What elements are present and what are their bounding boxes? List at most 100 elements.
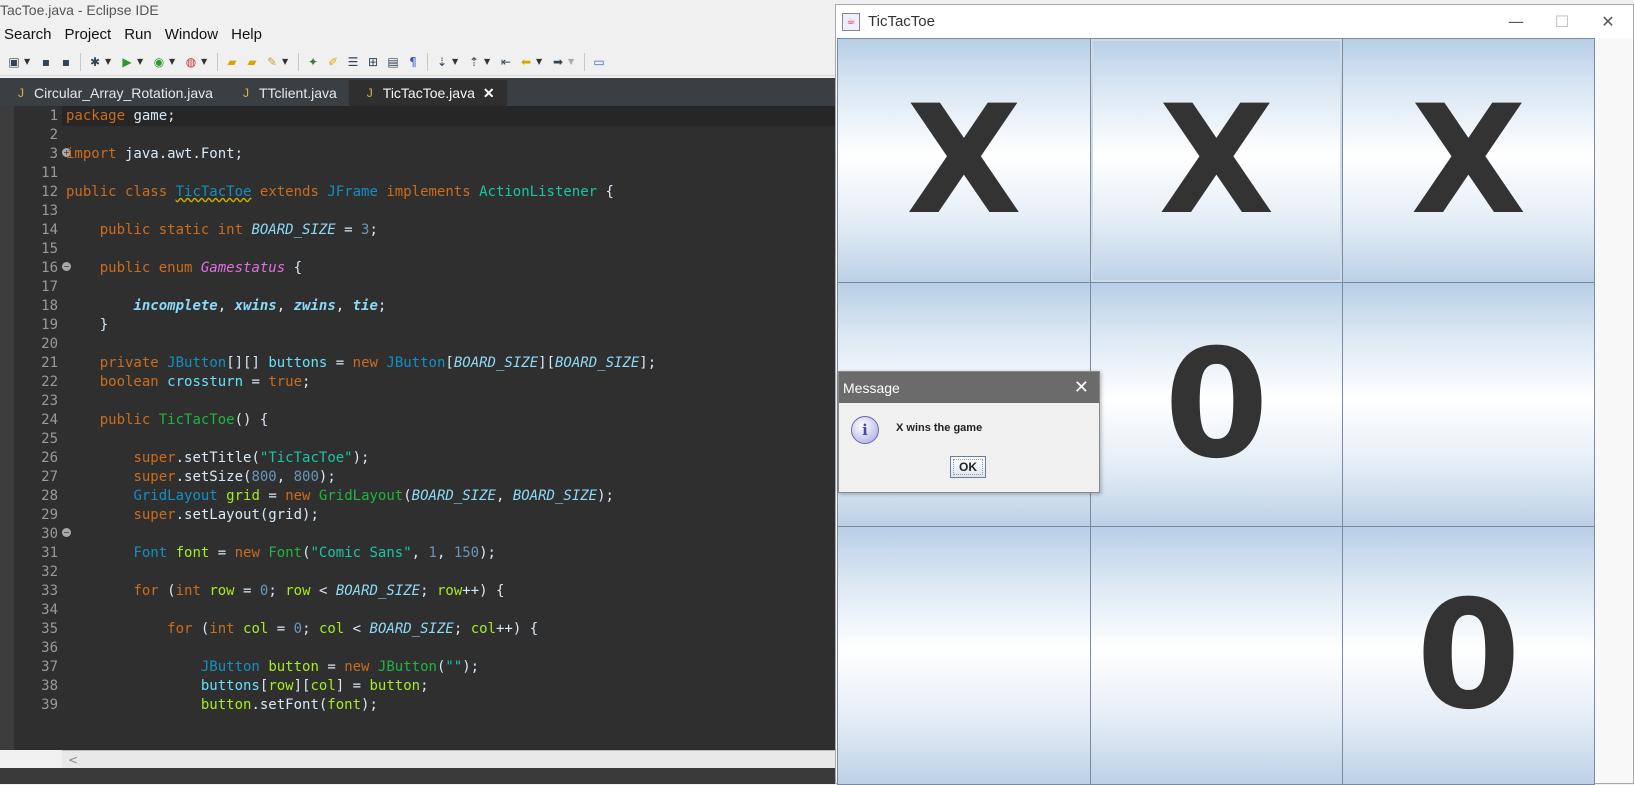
cell-1-1[interactable]: 0 — [1090, 282, 1343, 527]
chevron-down-icon[interactable]: ▼ — [201, 57, 209, 66]
cell-0-0[interactable]: X — [837, 38, 1091, 283]
menu-window[interactable]: Window — [161, 24, 222, 46]
code-line: for (int row = 0; row < BOARD_SIZE; row+… — [133, 583, 505, 599]
line-number: 1 — [49, 108, 58, 124]
occurrences-icon[interactable]: ☰ — [345, 54, 361, 70]
menu-run[interactable]: Run — [120, 24, 156, 46]
chevron-down-icon[interactable]: ▼ — [137, 57, 145, 66]
dialog-titlebar[interactable]: Message ✕ — [839, 372, 1099, 403]
dialog-message: X wins the game — [896, 422, 983, 434]
line-number: 23 — [41, 393, 58, 409]
chevron-down-icon[interactable]: ▼ — [282, 57, 290, 66]
line-number: 15 — [41, 241, 58, 257]
chevron-down-icon[interactable]: ▼ — [536, 57, 544, 66]
line-number: 38 — [41, 678, 58, 694]
back-icon[interactable]: ⬅ — [518, 54, 534, 70]
tab-ttclient[interactable]: J TTclient.java — [225, 80, 349, 106]
scroll-left-icon[interactable]: < — [68, 751, 78, 769]
code-editor[interactable]: ◆ ◆ 1 2 3 11 12 13 14 15 16 17 18 19 20 … — [0, 106, 835, 750]
new-icon[interactable]: ▣ — [6, 54, 22, 70]
code-text[interactable]: package game; import java.awt.Font; publ… — [66, 106, 835, 750]
save-all-icon[interactable]: ▪ — [58, 54, 74, 70]
chevron-down-icon[interactable]: ▼ — [568, 57, 576, 66]
external-tools-icon[interactable]: ◍ — [183, 54, 199, 70]
line-number: 31 — [41, 545, 58, 561]
ok-button[interactable]: OK — [950, 456, 986, 478]
line-number: 17 — [41, 279, 58, 295]
search-tool-icon[interactable]: ✎ — [264, 54, 280, 70]
code-line: super.setLayout(grid); — [133, 507, 319, 523]
java-file-icon: J — [18, 86, 24, 100]
line-number: 13 — [41, 203, 58, 219]
close-icon[interactable]: ✕ — [483, 85, 495, 102]
line-number: 22 — [41, 374, 58, 390]
debug-icon[interactable]: ✱ — [87, 54, 103, 70]
cell-2-0[interactable] — [837, 526, 1091, 785]
toolbar-divider — [584, 52, 585, 71]
code-line: GridLayout grid = new GridLayout(BOARD_S… — [133, 488, 614, 504]
tictactoe-titlebar[interactable]: ☕ TicTacToe — ☐ ✕ — [836, 5, 1633, 38]
forward-icon[interactable]: ➡ — [550, 54, 566, 70]
open-type-icon[interactable]: ▰ — [224, 54, 240, 70]
code-line: public enum Gamestatus { — [99, 260, 303, 276]
annotation-ruler — [0, 106, 14, 750]
cell-0-1[interactable]: X — [1090, 38, 1343, 283]
code-line: import java.awt.Font; — [66, 146, 244, 162]
cell-mark: X — [906, 73, 1022, 248]
open-task-icon[interactable]: ▰ — [244, 54, 260, 70]
eclipse-bottom-panel — [0, 768, 835, 784]
line-number: 35 — [41, 621, 58, 637]
word-wrap-icon[interactable]: ▤ — [385, 54, 401, 70]
show-whitespace-icon[interactable]: ¶ — [405, 54, 421, 70]
tab-tictactoe[interactable]: J TicTacToe.java ✕ — [348, 80, 507, 106]
prev-annotation-icon[interactable]: ⇡ — [466, 54, 482, 70]
save-icon[interactable]: ▪ — [38, 54, 54, 70]
horizontal-scrollbar[interactable]: < — [62, 750, 835, 769]
maximize-icon[interactable]: ☐ — [1539, 5, 1585, 38]
tab-circular-array-rotation[interactable]: J Circular_Array_Rotation.java — [0, 80, 225, 106]
window-title: TicTacToe — [868, 13, 935, 30]
close-icon[interactable]: ✕ — [1585, 5, 1631, 38]
perspective-icon[interactable]: ▭ — [591, 54, 607, 70]
minimize-icon[interactable]: — — [1493, 5, 1539, 38]
code-line: public TicTacToe() { — [99, 412, 269, 428]
cell-2-2[interactable]: 0 — [1342, 526, 1595, 785]
line-number: 2 — [49, 127, 58, 143]
code-line: public class TicTacToe extends JFrame im… — [66, 184, 614, 200]
line-number: 18 — [41, 298, 58, 314]
line-number: 21 — [41, 355, 58, 371]
chevron-down-icon[interactable]: ▼ — [484, 57, 492, 66]
line-number: 24 — [41, 412, 58, 428]
line-number: 27 — [41, 469, 58, 485]
line-number: 14 — [41, 222, 58, 238]
code-line: Font font = new Font("Comic Sans", 1, 15… — [133, 545, 496, 561]
cell-2-1[interactable] — [1090, 526, 1343, 785]
run-icon[interactable]: ▶ — [119, 54, 135, 70]
chevron-down-icon[interactable]: ▼ — [105, 57, 113, 66]
chevron-down-icon[interactable]: ▼ — [24, 57, 32, 66]
editor-tabs: J Circular_Array_Rotation.java J TTclien… — [0, 78, 835, 106]
code-line: } — [66, 317, 109, 333]
line-number: 36 — [41, 640, 58, 656]
chevron-down-icon[interactable]: ▼ — [452, 57, 460, 66]
menu-search[interactable]: Search — [0, 24, 56, 46]
line-numbers: 1 2 3 11 12 13 14 15 16 17 18 19 20 21 2… — [14, 106, 71, 750]
toolbar-divider — [298, 52, 299, 71]
coverage-icon[interactable]: ◉ — [151, 54, 167, 70]
menu-project[interactable]: Project — [61, 24, 116, 46]
cell-0-2[interactable]: X — [1342, 38, 1595, 283]
cell-1-2[interactable] — [1342, 282, 1595, 527]
code-line: boolean crossturn = true; — [99, 374, 311, 390]
cell-mark: X — [1158, 73, 1275, 248]
annotation-icon[interactable]: ✦ — [305, 54, 321, 70]
code-line: for (int col = 0; col < BOARD_SIZE; col+… — [167, 621, 539, 637]
menu-help[interactable]: Help — [227, 24, 266, 46]
next-annotation-icon[interactable]: ⇣ — [434, 54, 450, 70]
close-icon[interactable]: ✕ — [1074, 377, 1089, 398]
java-file-icon: J — [242, 86, 249, 100]
last-edit-icon[interactable]: ⇤ — [498, 54, 514, 70]
block-selection-icon[interactable]: ⊞ — [365, 54, 381, 70]
code-line: buttons[row][col] = button; — [200, 678, 429, 694]
chevron-down-icon[interactable]: ▼ — [169, 57, 177, 66]
highlight-icon[interactable]: ✐ — [325, 54, 341, 70]
